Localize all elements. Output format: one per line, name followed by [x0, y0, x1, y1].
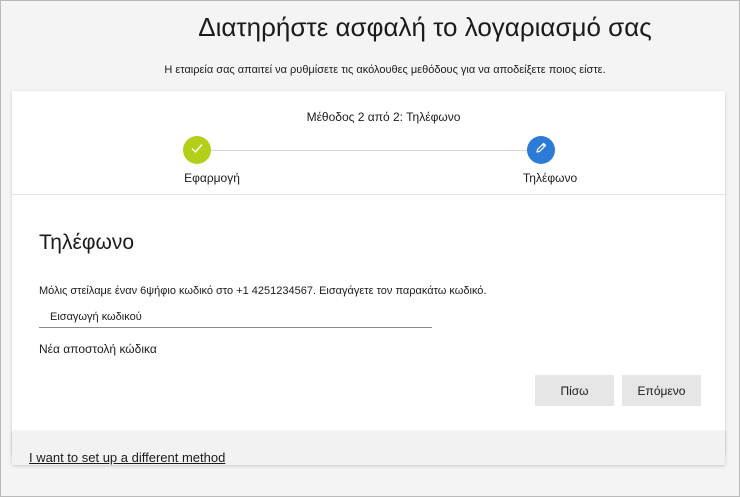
step-label-phone: Τηλέφωνο [522, 171, 578, 185]
pencil-icon [534, 141, 548, 160]
step-caption: Μέθοδος 2 από 2: Τηλέφωνο [306, 110, 461, 124]
next-button[interactable]: Επόμενο [622, 375, 701, 406]
verification-code-input[interactable] [39, 306, 432, 328]
instruction-text: Μόλις στείλαμε έναν 6ψήφιο κωδικό στο +1… [39, 285, 487, 297]
footer-bar: I want to set up a different method [12, 431, 725, 465]
step-completed-indicator [183, 136, 211, 164]
progress-header: Μέθοδος 2 από 2: Τηλέφωνο Εφαρμογή Τηλέφ… [12, 91, 725, 195]
back-button[interactable]: Πίσω [535, 375, 614, 406]
step-current-indicator [527, 136, 555, 164]
section-title: Τηλέφωνο [39, 231, 135, 254]
page-title: Διατηρήστε ασφαλή το λογαριασμό σας [198, 12, 652, 42]
page-subtitle: Η εταιρεία σας απαιτεί να ρυθμίσετε τις … [164, 64, 606, 76]
step-label-app: Εφαρμογή [184, 171, 240, 185]
setup-card: Μέθοδος 2 από 2: Τηλέφωνο Εφαρμογή Τηλέφ… [12, 91, 725, 454]
resend-code-link[interactable]: Νέα αποστολή κώδικα [39, 342, 157, 356]
different-method-link[interactable]: I want to set up a different method [29, 450, 225, 465]
check-icon [190, 141, 204, 160]
progress-line [209, 150, 541, 151]
